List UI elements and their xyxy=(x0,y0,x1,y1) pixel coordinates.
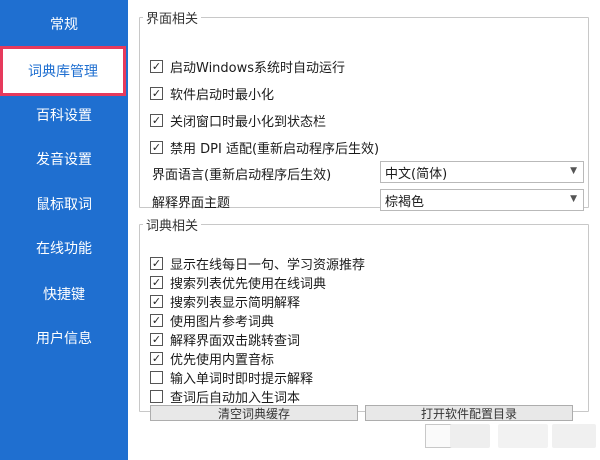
sidebar-item-label: 词典库管理 xyxy=(28,64,98,80)
checkbox-label: 软件启动时最小化 xyxy=(170,88,275,103)
language-select[interactable]: 中文(简体) ▼ xyxy=(380,161,584,183)
start-minimized-checkbox[interactable]: ✓ 软件启动时最小化 xyxy=(150,84,274,103)
checkbox-box[interactable]: ✓ xyxy=(150,333,163,346)
autostart-checkbox[interactable]: ✓ 启动Windows系统时自动运行 xyxy=(150,57,345,76)
dictionary-settings-group: 词典相关 ✓ 显示在线每日一句、学习资源推荐 ✓ 搜索列表优先使用在线词典 ✓ … xyxy=(139,215,589,421)
checkbox-label: 查词后自动加入生词本 xyxy=(170,391,301,406)
checkbox-label: 使用图片参考词典 xyxy=(170,315,275,330)
group-title: 词典相关 xyxy=(146,219,199,234)
prefer-online-dict-checkbox[interactable]: ✓ 搜索列表优先使用在线词典 xyxy=(150,273,326,292)
sidebar-item-label: 百科设置 xyxy=(36,108,92,124)
dropdown-arrow-icon: ▼ xyxy=(570,194,577,204)
theme-select[interactable]: 棕褐色 ▼ xyxy=(380,189,584,211)
daily-sentence-checkbox[interactable]: ✓ 显示在线每日一句、学习资源推荐 xyxy=(150,254,365,273)
interface-settings-group: 界面相关 ✓ 启动Windows系统时自动运行 ✓ 软件启动时最小化 ✓ 关闭窗… xyxy=(139,8,589,211)
sidebar: 常规 词典库管理 百科设置 发音设置 鼠标取词 在线功能 快捷键 用户信息 xyxy=(0,0,128,460)
checkbox-box[interactable]: ✓ xyxy=(150,352,163,365)
sidebar-item-label: 快捷键 xyxy=(43,287,85,303)
checkbox-label: 关闭窗口时最小化到状态栏 xyxy=(170,115,327,130)
checkbox-box[interactable]: ✓ xyxy=(150,141,163,154)
checkbox-box[interactable]: ✓ xyxy=(150,257,163,270)
clear-cache-button[interactable]: 清空词典缓存 xyxy=(150,405,358,421)
sidebar-item-label: 在线功能 xyxy=(36,241,92,257)
checkbox-label: 搜索列表优先使用在线词典 xyxy=(170,277,327,292)
checkbox-box[interactable]: ✓ xyxy=(150,114,163,127)
open-config-dir-button[interactable]: 打开软件配置目录 xyxy=(365,405,573,421)
sidebar-item-online-features[interactable]: 在线功能 xyxy=(0,226,128,270)
sidebar-item-user-info[interactable]: 用户信息 xyxy=(0,316,128,360)
sidebar-item-label: 鼠标取词 xyxy=(36,197,92,213)
picture-dict-checkbox[interactable]: ✓ 使用图片参考词典 xyxy=(150,311,274,330)
disable-dpi-checkbox[interactable]: ✓ 禁用 DPI 适配(重新启动程序后生效) xyxy=(150,138,379,157)
select-value: 棕褐色 xyxy=(385,194,425,210)
sidebar-item-label: 常规 xyxy=(50,17,78,33)
checkbox-box[interactable]: ✓ xyxy=(150,60,163,73)
minimize-to-tray-checkbox[interactable]: ✓ 关闭窗口时最小化到状态栏 xyxy=(150,111,326,130)
checkbox-box[interactable] xyxy=(150,371,163,384)
sidebar-item-label: 用户信息 xyxy=(36,331,92,347)
checkbox-box[interactable] xyxy=(150,390,163,403)
sidebar-item-label: 发音设置 xyxy=(36,152,92,168)
checkbox-label: 禁用 DPI 适配(重新启动程序后生效) xyxy=(170,142,380,157)
sidebar-item-general[interactable]: 常规 xyxy=(0,2,128,46)
checkbox-label: 解释界面双击跳转查词 xyxy=(170,334,301,349)
sidebar-item-shortcuts[interactable]: 快捷键 xyxy=(0,272,128,316)
sidebar-item-mouse-lookup[interactable]: 鼠标取词 xyxy=(0,182,128,226)
checkbox-box[interactable]: ✓ xyxy=(150,276,163,289)
checkbox-box[interactable]: ✓ xyxy=(150,87,163,100)
select-value: 中文(简体) xyxy=(385,166,448,182)
button-label: 打开软件配置目录 xyxy=(420,406,517,421)
language-label: 界面语言(重新启动程序后生效) xyxy=(152,168,332,183)
settings-content: 界面相关 ✓ 启动Windows系统时自动运行 ✓ 软件启动时最小化 ✓ 关闭窗… xyxy=(128,0,600,460)
button-label: 清空词典缓存 xyxy=(217,406,290,421)
checkbox-label: 优先使用内置音标 xyxy=(170,353,275,368)
checkbox-box[interactable]: ✓ xyxy=(150,314,163,327)
checkbox-label: 显示在线每日一句、学习资源推荐 xyxy=(170,258,366,273)
builtin-phonetic-checkbox[interactable]: ✓ 优先使用内置音标 xyxy=(150,349,274,368)
sidebar-item-dictionary-management[interactable]: 词典库管理 xyxy=(0,46,126,96)
checkbox-label: 搜索列表显示简明解释 xyxy=(170,296,301,311)
auto-add-wordbook-checkbox[interactable]: 查词后自动加入生词本 xyxy=(150,387,300,406)
sidebar-item-encyclopedia-settings[interactable]: 百科设置 xyxy=(0,93,128,137)
dropdown-arrow-icon: ▼ xyxy=(570,166,577,176)
blurred-region xyxy=(498,424,548,448)
checkbox-label: 启动Windows系统时自动运行 xyxy=(170,61,346,76)
checkbox-box[interactable]: ✓ xyxy=(150,295,163,308)
group-title: 界面相关 xyxy=(146,12,199,27)
blurred-region xyxy=(450,424,490,448)
theme-label: 解释界面主题 xyxy=(152,196,231,211)
instant-hint-checkbox[interactable]: 输入单词时即时提示解释 xyxy=(150,368,313,387)
sidebar-item-pronunciation-settings[interactable]: 发音设置 xyxy=(0,137,128,181)
checkbox-label: 输入单词时即时提示解释 xyxy=(170,372,314,387)
double-click-lookup-checkbox[interactable]: ✓ 解释界面双击跳转查词 xyxy=(150,330,300,349)
blurred-region xyxy=(552,424,596,448)
brief-explanation-checkbox[interactable]: ✓ 搜索列表显示简明解释 xyxy=(150,292,300,311)
